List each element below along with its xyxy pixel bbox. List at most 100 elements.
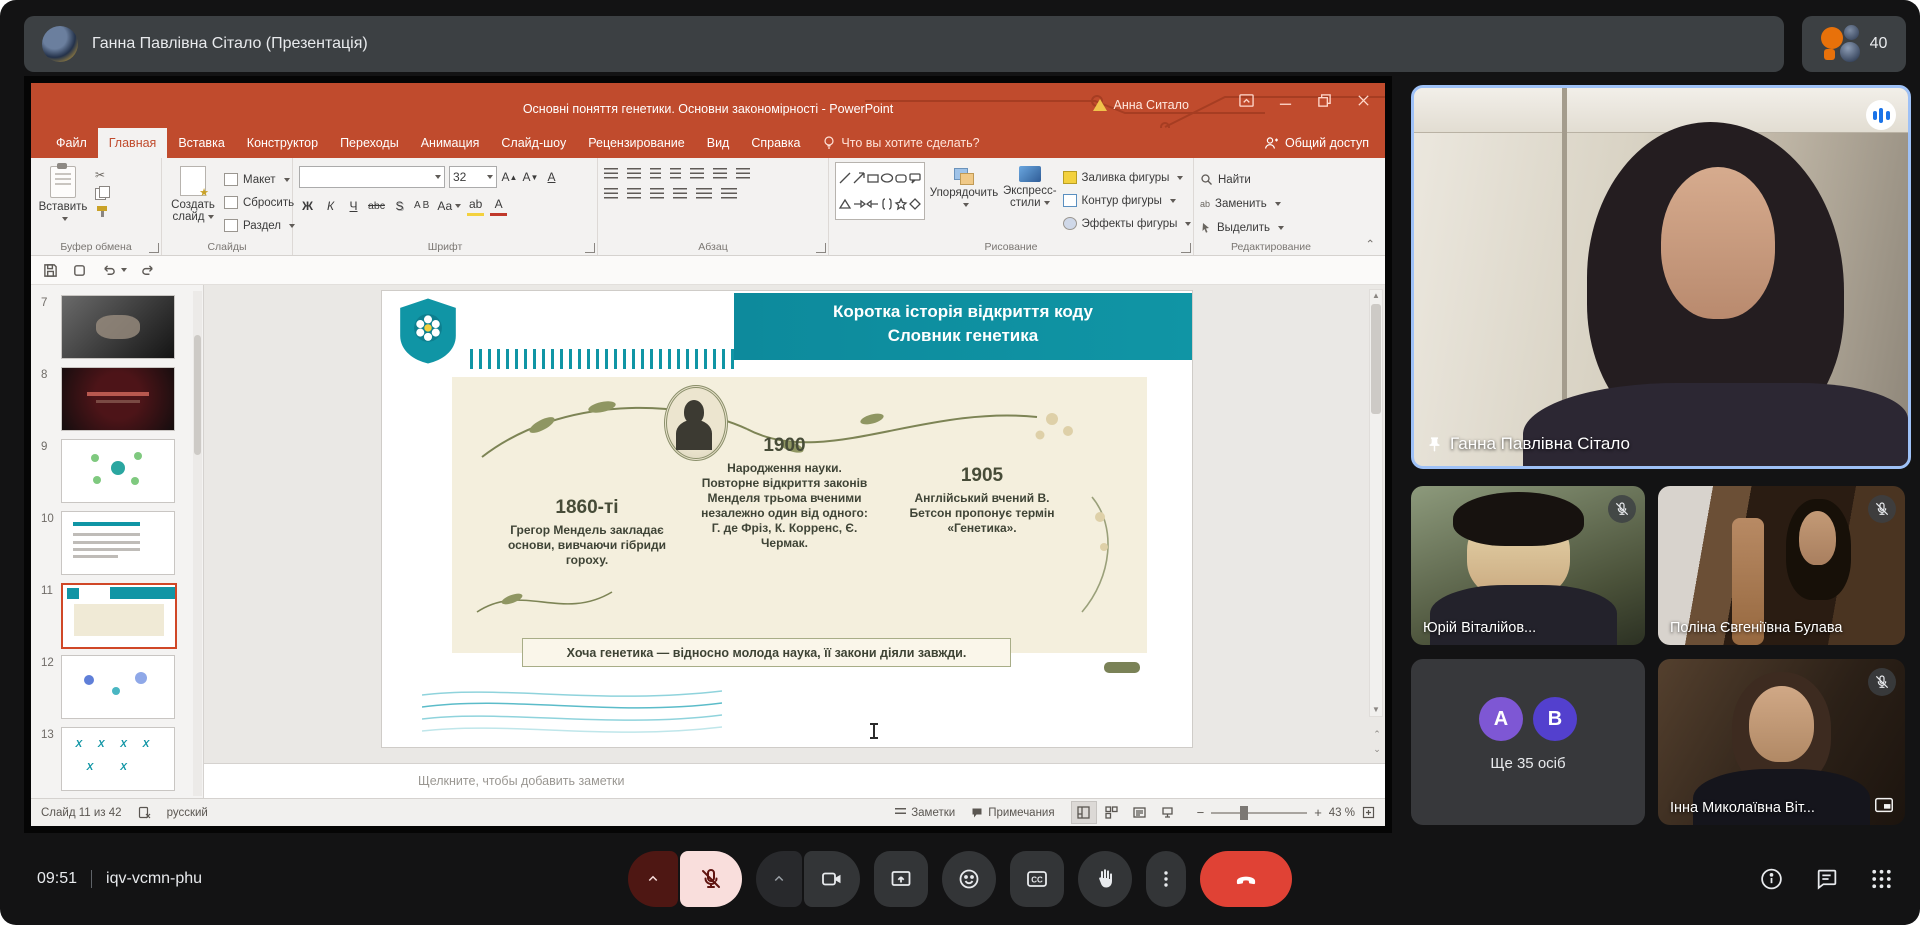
shape-rect-icon[interactable]: [866, 171, 880, 185]
thumbnail-scrollbar[interactable]: [193, 291, 202, 796]
italic-button[interactable]: К: [322, 197, 339, 215]
editor-scrollbar[interactable]: ▲ ▼: [1369, 289, 1383, 717]
info-icon[interactable]: [1759, 867, 1784, 892]
captions-button[interactable]: CC: [1010, 851, 1064, 907]
slide-canvas[interactable]: Коротка історія відкриття коду Словник г…: [382, 291, 1192, 747]
tab-slideshow[interactable]: Слайд-шоу: [490, 128, 577, 158]
slide-thumbnail-12[interactable]: 12: [31, 653, 203, 725]
shape-brace-icon[interactable]: [880, 197, 894, 211]
participant-tile-polina[interactable]: Поліна Євгеніївна Булава: [1658, 486, 1905, 645]
slide-thumbnail-7[interactable]: 7: [31, 293, 203, 365]
save-icon[interactable]: [43, 263, 58, 278]
slide-thumbnail-9[interactable]: 9: [31, 437, 203, 509]
select-button[interactable]: Выделить: [1200, 218, 1284, 237]
numbering-icon[interactable]: [627, 168, 641, 179]
dialog-launcher-icon[interactable]: [816, 243, 826, 253]
copy-icon[interactable]: [95, 186, 110, 199]
tab-help[interactable]: Справка: [740, 128, 811, 158]
layout-button[interactable]: Макет: [224, 170, 295, 189]
slide-thumbnail-13[interactable]: 13 XXXXXX: [31, 725, 203, 797]
change-case-button[interactable]: Аа: [437, 197, 461, 215]
shape-diamond-icon[interactable]: [908, 197, 922, 211]
dialog-launcher-icon[interactable]: [149, 243, 159, 253]
reactions-button[interactable]: [942, 851, 996, 907]
tab-design[interactable]: Конструктор: [236, 128, 329, 158]
shape-arrow-icon[interactable]: [852, 171, 866, 185]
overflow-tile[interactable]: A B Ще 35 осіб: [1411, 659, 1645, 825]
mic-options-button[interactable]: [628, 851, 678, 907]
shape-outline-button[interactable]: Контур фигуры: [1063, 191, 1192, 210]
dialog-launcher-icon[interactable]: [1181, 243, 1191, 253]
notes-toggle[interactable]: Заметки: [895, 807, 955, 819]
increase-indent-icon[interactable]: [670, 168, 681, 179]
line-spacing-icon[interactable]: [690, 168, 704, 179]
bold-button[interactable]: Ж: [299, 197, 316, 215]
find-button[interactable]: Найти: [1200, 170, 1284, 189]
mic-mute-button[interactable]: [680, 851, 742, 907]
section-button[interactable]: Раздел: [224, 216, 295, 235]
zoom-level[interactable]: 43 %: [1329, 807, 1355, 819]
tab-transitions[interactable]: Переходы: [329, 128, 410, 158]
participant-tile-yurii[interactable]: Юрій Віталійов...: [1411, 486, 1645, 645]
font-size-combo[interactable]: 32: [449, 166, 497, 188]
shape-effects-button[interactable]: Эффекты фигуры: [1063, 214, 1192, 233]
tab-animations[interactable]: Анимация: [410, 128, 491, 158]
justify-icon[interactable]: [673, 188, 687, 199]
comments-toggle[interactable]: Примечания: [971, 807, 1054, 819]
tab-insert[interactable]: Вставка: [167, 128, 235, 158]
slide-sorter-view-button[interactable]: [1099, 801, 1125, 824]
tab-home[interactable]: Главная: [98, 128, 168, 158]
font-name-combo[interactable]: [299, 166, 445, 188]
more-options-button[interactable]: [1146, 851, 1186, 907]
language-indicator[interactable]: русский: [167, 807, 208, 819]
apps-grid-icon[interactable]: [1869, 867, 1894, 892]
decrease-indent-icon[interactable]: [650, 168, 661, 179]
shape-callout-icon[interactable]: [908, 171, 922, 185]
underline-button[interactable]: Ч: [345, 197, 362, 215]
restore-icon[interactable]: [1317, 93, 1332, 108]
shape-line-icon[interactable]: [838, 171, 852, 185]
shape-triangle-icon[interactable]: [838, 197, 852, 211]
arrange-button[interactable]: Упорядочить: [931, 164, 997, 211]
close-icon[interactable]: [1356, 93, 1371, 108]
align-left-icon[interactable]: [604, 188, 618, 199]
end-call-button[interactable]: [1200, 851, 1292, 907]
tab-file[interactable]: Файл: [45, 128, 98, 158]
share-button[interactable]: Общий доступ: [1264, 128, 1369, 158]
smartart-convert-icon[interactable]: [721, 188, 737, 199]
dialog-launcher-icon[interactable]: [585, 243, 595, 253]
chat-icon[interactable]: [1814, 867, 1839, 892]
touch-mode-icon[interactable]: [72, 263, 87, 278]
shape-left-arrow-icon[interactable]: [866, 197, 880, 211]
strikethrough-button[interactable]: abc: [368, 197, 385, 215]
present-button[interactable]: [874, 851, 928, 907]
main-speaker-tile[interactable]: Ганна Павлівна Сітало: [1411, 85, 1911, 469]
text-shadow-button[interactable]: S: [391, 197, 408, 215]
participant-tile-inna[interactable]: Інна Миколаївна Віт...: [1658, 659, 1905, 825]
text-direction-icon[interactable]: [713, 168, 727, 179]
slide-thumbnail-8[interactable]: 8: [31, 365, 203, 437]
undo-icon[interactable]: [101, 263, 116, 278]
spellcheck-icon[interactable]: [138, 806, 151, 819]
camera-options-button[interactable]: [756, 851, 802, 907]
camera-button[interactable]: [804, 851, 860, 907]
font-color-button[interactable]: А: [490, 195, 507, 216]
highlight-color-button[interactable]: ab: [467, 195, 484, 216]
slide-thumbnail-10[interactable]: 10: [31, 509, 203, 581]
replace-button[interactable]: abЗаменить: [1200, 194, 1284, 213]
shape-oval-icon[interactable]: [880, 171, 894, 185]
bullets-icon[interactable]: [604, 168, 618, 179]
reset-button[interactable]: Сбросить: [224, 193, 295, 212]
account-area[interactable]: Анна Ситало: [1093, 98, 1189, 112]
paste-button[interactable]: Вставить: [37, 162, 89, 239]
shape-right-arrow-icon[interactable]: [852, 197, 866, 211]
redo-icon[interactable]: [141, 263, 156, 278]
shrink-font-button[interactable]: А▼: [522, 168, 539, 186]
ribbon-display-options-icon[interactable]: [1239, 93, 1254, 108]
slide-thumbnail-11-selected[interactable]: 11: [31, 581, 203, 653]
normal-view-button[interactable]: [1071, 801, 1097, 824]
raise-hand-button[interactable]: [1078, 851, 1132, 907]
notes-pane[interactable]: Щелкните, чтобы добавить заметки: [204, 763, 1385, 798]
tab-view[interactable]: Вид: [696, 128, 741, 158]
fit-to-window-icon[interactable]: [1362, 806, 1375, 819]
